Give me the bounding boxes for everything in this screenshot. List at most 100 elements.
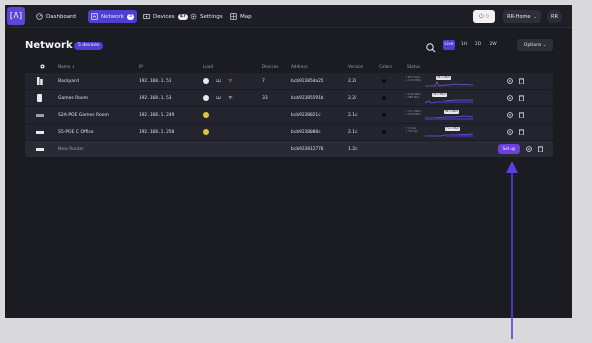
range-2w[interactable]: 2W bbox=[487, 40, 499, 50]
row-load bbox=[203, 107, 209, 123]
device-count-badge: 5 devices bbox=[74, 42, 104, 50]
status-sparkline bbox=[425, 81, 473, 87]
table-header: Name ↓ IP Load Devices Address Version C… bbox=[25, 60, 553, 72]
col-status[interactable]: Status bbox=[407, 60, 420, 72]
dashboard-icon bbox=[36, 13, 43, 20]
row-address: bcb92385da25 bbox=[291, 78, 324, 84]
nav-settings-label: Settings bbox=[200, 13, 223, 20]
devices-icon bbox=[143, 13, 150, 20]
row-devices: 7 bbox=[262, 78, 265, 84]
col-name[interactable]: Name ↓ bbox=[58, 60, 75, 72]
range-live[interactable]: Live bbox=[443, 40, 455, 50]
status-text: ↑ 87.5 kb/s ↓ 1.04 Mb/s bbox=[405, 76, 421, 83]
row-version: 1.2c bbox=[348, 146, 358, 152]
row-status: ↑ 2 Kb/s ↓ 372 b/s 71.1 Mb/s bbox=[405, 126, 475, 138]
load-icon bbox=[203, 78, 209, 84]
page-title: Network bbox=[25, 40, 73, 51]
table-row[interactable]: S5-POE C Office 192.168.1.250 bcb9238088… bbox=[25, 124, 553, 140]
table-row[interactable]: Games Room 192.168.1.53 ⩊ ᯤ 33 bcb923855… bbox=[25, 90, 553, 106]
status-text: ↑ 2 Kb/s ↓ 372 b/s bbox=[405, 127, 418, 134]
nav-network-label: Network bbox=[101, 13, 124, 20]
user-avatar[interactable]: RR bbox=[547, 10, 562, 23]
map-icon bbox=[230, 13, 237, 20]
row-status: ↑ 87.5 kb/s ↓ 1.04 Mb/s 58.1 Mb/s bbox=[405, 75, 475, 87]
status-sparkline bbox=[425, 115, 473, 120]
power-icon: ⏻ bbox=[479, 12, 484, 20]
row-status: ↑ 3.45 Mb/s ↓ 380 Kb/s 79.7 Mb/s bbox=[405, 92, 475, 104]
location-pin-icon[interactable] bbox=[507, 124, 513, 140]
row-ip: 192.168.1.51 bbox=[139, 78, 172, 84]
location-pin-icon[interactable] bbox=[526, 141, 532, 157]
row-load: ⩊ ᯤ bbox=[203, 90, 233, 106]
row-color bbox=[382, 73, 386, 89]
row-version: 2.1c bbox=[348, 112, 358, 118]
chevron-down-icon: ⌄ bbox=[542, 42, 547, 47]
gear-icon[interactable] bbox=[40, 60, 45, 72]
range-2d[interactable]: 2D bbox=[472, 40, 484, 50]
router-icon bbox=[37, 90, 42, 106]
trash-icon[interactable] bbox=[538, 141, 543, 157]
trash-icon[interactable] bbox=[519, 107, 524, 123]
row-address: bcb9238088c bbox=[291, 129, 321, 135]
row-address: bcb923812776 bbox=[291, 146, 324, 152]
row-load bbox=[203, 124, 209, 140]
switch-icon bbox=[36, 107, 44, 123]
top-navigation-bar: [Λ] Dashboard Network 5 Devices 47 Setti… bbox=[5, 5, 572, 28]
row-name: New Router bbox=[58, 146, 85, 152]
nav-dashboard[interactable]: Dashboard bbox=[33, 10, 79, 23]
col-devices[interactable]: Devices bbox=[262, 60, 279, 72]
trash-icon[interactable] bbox=[519, 90, 524, 106]
col-ip[interactable]: IP bbox=[139, 60, 143, 72]
network-table: Name ↓ IP Load Devices Address Version C… bbox=[25, 60, 553, 157]
site-selector-label: RR-Home bbox=[507, 13, 531, 20]
logo[interactable]: [Λ] bbox=[7, 7, 25, 25]
row-name: Games Room bbox=[58, 95, 88, 101]
switch-icon bbox=[36, 124, 44, 140]
site-selector[interactable]: RR-Home ⌄ bbox=[503, 10, 541, 23]
location-pin-icon[interactable] bbox=[507, 90, 513, 106]
nav-network[interactable]: Network 5 bbox=[88, 10, 138, 23]
options-dropdown[interactable]: Options ⌄ bbox=[517, 39, 553, 51]
pointer-arrow bbox=[506, 161, 518, 339]
col-load[interactable]: Load bbox=[203, 60, 213, 72]
row-devices: 33 bbox=[262, 95, 268, 101]
signal-icon: ⩊ bbox=[216, 95, 222, 101]
row-ip: 192.168.1.249 bbox=[139, 112, 175, 118]
signal-icon: ⩊ bbox=[216, 78, 222, 84]
status-sparkline bbox=[425, 99, 473, 104]
table-row[interactable]: S2A-POE Games Room 192.168.1.249 bcb9238… bbox=[25, 107, 553, 123]
nav-map-label: Map bbox=[240, 13, 252, 20]
load-icon bbox=[203, 95, 209, 101]
nav-map[interactable]: Map bbox=[227, 10, 255, 23]
router-icon bbox=[36, 141, 44, 157]
row-ip: 192.168.1.53 bbox=[139, 95, 172, 101]
trash-icon[interactable] bbox=[519, 124, 524, 140]
new-router-row[interactable]: New Router bcb923812776 1.2c Set up bbox=[25, 141, 553, 157]
location-pin-icon[interactable] bbox=[507, 73, 513, 89]
search-button[interactable] bbox=[425, 39, 437, 53]
table-row[interactable]: Backyard 192.168.1.51 ⩊ ᯤ 7 bcb92385da25… bbox=[25, 73, 553, 89]
setup-button[interactable]: Set up bbox=[498, 144, 520, 154]
nav-settings[interactable]: Settings bbox=[187, 10, 226, 23]
network-count-badge: 5 bbox=[126, 13, 135, 20]
row-color bbox=[382, 124, 386, 140]
row-ip: 192.168.1.250 bbox=[139, 129, 175, 135]
nav-devices-label: Devices bbox=[153, 13, 175, 20]
alerts-button[interactable]: ⏻ 0 bbox=[473, 10, 495, 23]
nav-devices[interactable]: Devices 47 bbox=[140, 10, 191, 23]
search-icon bbox=[425, 39, 437, 58]
status-sparkline bbox=[425, 133, 473, 137]
load-icon bbox=[203, 112, 209, 118]
range-1h[interactable]: 1H bbox=[458, 40, 470, 50]
row-load: ⩊ ᯤ bbox=[203, 73, 233, 89]
wifi-icon: ᯤ bbox=[228, 78, 233, 84]
network-icon bbox=[91, 13, 98, 20]
row-status: ↑ 73.2 Mb/s ↓ 75.8 Mb/s 58.1 Mb/s bbox=[405, 109, 475, 121]
col-colors[interactable]: Colors bbox=[379, 60, 392, 72]
location-pin-icon[interactable] bbox=[507, 107, 513, 123]
col-version[interactable]: Version bbox=[348, 60, 363, 72]
trash-icon[interactable] bbox=[519, 73, 524, 89]
alerts-count: 0 bbox=[485, 13, 489, 20]
row-version: 2.1c bbox=[348, 129, 358, 135]
col-address[interactable]: Address bbox=[291, 60, 308, 72]
